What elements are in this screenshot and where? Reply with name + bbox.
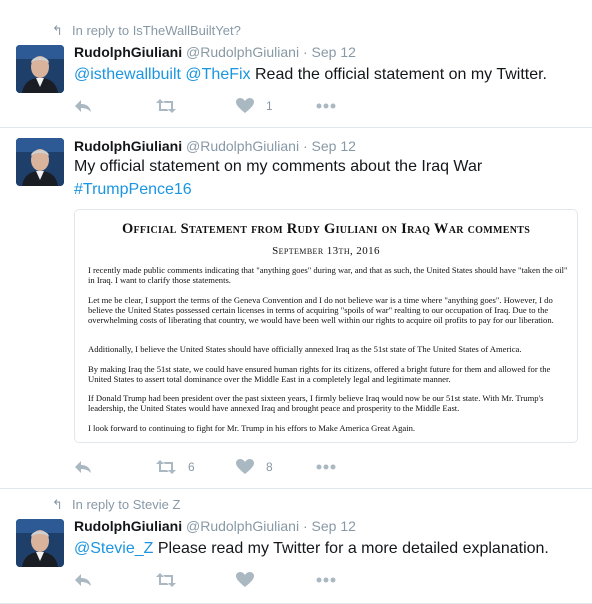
display-name[interactable]: RudolphGiuliani [74, 138, 182, 154]
more-icon [316, 464, 336, 470]
hashtag-link[interactable]: #TrumpPence16 [74, 181, 192, 198]
tweet-text: My official statement on my comments abo… [74, 158, 483, 198]
retweet-icon [156, 460, 176, 474]
like-button[interactable]: 8 [236, 457, 273, 477]
more-icon [316, 103, 336, 109]
reply-context[interactable]: ↰ In reply to Stevie Z [52, 497, 180, 513]
heart-icon [236, 572, 254, 587]
statement-image-card[interactable]: Official Statement from Rudy Giuliani on… [74, 209, 578, 443]
timestamp[interactable]: Sep 12 [312, 44, 356, 60]
screen-name[interactable]: @RudolphGiuliani [186, 44, 299, 60]
timestamp[interactable]: Sep 12 [312, 138, 356, 154]
reply-button[interactable] [74, 96, 92, 116]
reply-arrow-icon: ↰ [52, 23, 63, 38]
heart-icon [236, 98, 254, 113]
like-button[interactable]: 1 [236, 96, 273, 116]
separator-dot: · [302, 518, 308, 534]
tweet-text: @Stevie_Z Please read my Twitter for a m… [74, 540, 549, 557]
reply-button[interactable] [74, 457, 92, 477]
tweet-1[interactable]: ↰ In reply to IsTheWallBuiltYet? RudolphG… [0, 0, 592, 127]
screen-name[interactable]: @RudolphGiuliani [186, 138, 299, 154]
tweet-text: @isthewallbuilt @TheFix Read the officia… [74, 66, 547, 83]
statement-paragraph: Additionally, I believe the United State… [88, 344, 522, 354]
more-icon [316, 577, 336, 583]
more-button[interactable] [316, 570, 336, 590]
separator-dot: · [302, 138, 308, 154]
mention-link[interactable]: @TheFix [185, 66, 250, 83]
statement-date: September 13th, 2016 [272, 245, 380, 257]
retweet-button[interactable]: 6 [156, 457, 195, 477]
mention-link[interactable]: @isthewallbuilt [74, 66, 181, 83]
avatar[interactable] [16, 45, 64, 93]
more-button[interactable] [316, 457, 336, 477]
tweet-header: RudolphGiuliani @RudolphGiuliani · Sep 1… [74, 518, 356, 534]
separator-dot: · [302, 44, 308, 60]
statement-paragraph: By making Iraq the 51st state, we could … [88, 364, 551, 384]
heart-icon [236, 459, 254, 474]
statement-title: Official Statement from Rudy Giuliani on… [121, 221, 531, 237]
reply-icon [75, 461, 91, 473]
avatar[interactable] [16, 138, 64, 186]
like-count: 8 [266, 460, 273, 474]
statement-paragraph: Let me be clear, I support the terms of … [88, 295, 554, 325]
tweet-header: RudolphGiuliani @RudolphGiuliani · Sep 1… [74, 138, 356, 154]
like-count: 1 [266, 99, 273, 113]
tweet-header: RudolphGiuliani @RudolphGiuliani · Sep 1… [74, 44, 356, 60]
retweet-count: 6 [188, 460, 195, 474]
mention-link[interactable]: @Stevie_Z [74, 540, 153, 557]
retweet-button[interactable] [156, 96, 188, 116]
retweet-icon [156, 573, 176, 587]
reply-button[interactable] [74, 570, 92, 590]
display-name[interactable]: RudolphGiuliani [74, 44, 182, 60]
reply-context[interactable]: ↰ In reply to IsTheWallBuiltYet? [52, 23, 241, 39]
timestamp[interactable]: Sep 12 [312, 518, 356, 534]
tweet-3[interactable]: ↰ In reply to Stevie Z RudolphGiuliani @R… [0, 489, 592, 604]
more-button[interactable] [316, 96, 336, 116]
statement-paragraph: I recently made public comments indicati… [88, 265, 568, 285]
reply-icon [75, 100, 91, 112]
statement-paragraph: I look forward to continuing to fight fo… [88, 423, 416, 433]
statement-paragraph: If Donald Trump had been president over … [88, 393, 544, 413]
display-name[interactable]: RudolphGiuliani [74, 518, 182, 534]
reply-icon [75, 574, 91, 586]
retweet-icon [156, 99, 176, 113]
avatar[interactable] [16, 519, 64, 567]
screen-name[interactable]: @RudolphGiuliani [186, 518, 299, 534]
like-button[interactable] [236, 570, 254, 590]
retweet-button[interactable] [156, 570, 176, 590]
reply-arrow-icon: ↰ [52, 497, 63, 512]
